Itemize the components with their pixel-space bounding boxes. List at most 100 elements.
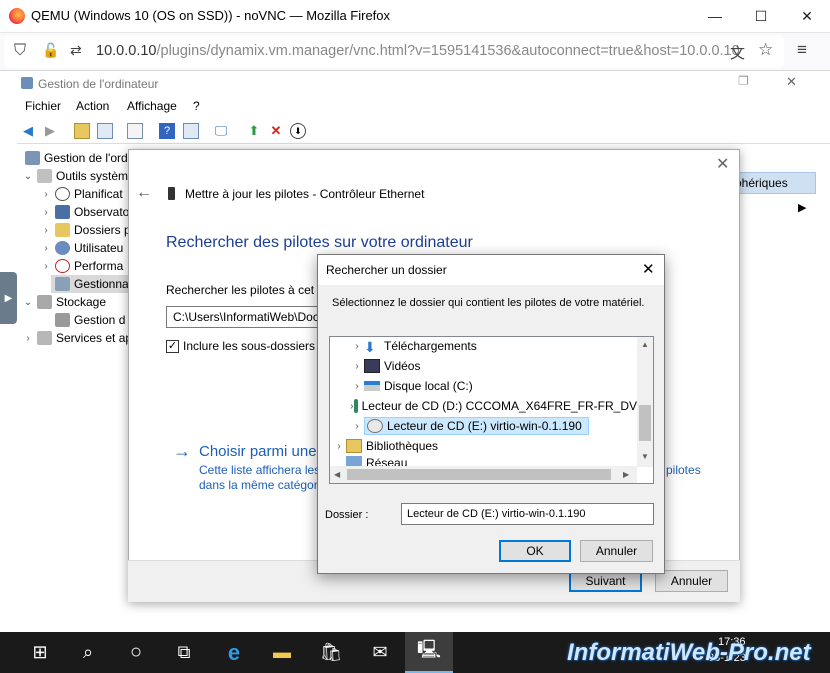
event-viewer-icon bbox=[55, 205, 70, 219]
help-icon[interactable]: ? bbox=[159, 123, 175, 139]
include-subfolders-checkbox[interactable]: ✓ bbox=[166, 340, 179, 353]
minimize-icon[interactable]: — bbox=[692, 0, 738, 32]
search-icon[interactable]: ⌕ bbox=[64, 632, 112, 673]
scroll-right-icon[interactable]: ▶ bbox=[623, 470, 629, 479]
insecure-lock-icon[interactable]: 🔓 bbox=[42, 42, 59, 59]
driver-path-input[interactable]: C:\Users\InformatiWeb\Doc bbox=[166, 306, 326, 328]
scroll-up-icon[interactable]: ▲ bbox=[641, 340, 649, 349]
tree-expand-icon[interactable]: › bbox=[350, 341, 364, 352]
file-explorer-icon[interactable]: ▬ bbox=[258, 632, 306, 673]
mmc-restore-icon[interactable]: ❐ bbox=[738, 74, 749, 88]
browse-instruction: Sélectionnez le dossier qui contient les… bbox=[332, 297, 645, 309]
tree-expand-icon[interactable]: ⌄ bbox=[23, 297, 33, 308]
vnc-control-tab[interactable]: ▶ bbox=[0, 272, 17, 324]
tree-expand-icon[interactable]: › bbox=[350, 381, 364, 392]
disable-device-icon[interactable]: ⬇ bbox=[290, 123, 306, 139]
expand-arrow-icon[interactable]: ▶ bbox=[798, 201, 806, 214]
forward-arrow-icon[interactable]: ▶ bbox=[42, 123, 58, 139]
dialog-close-icon[interactable]: ✕ bbox=[716, 154, 729, 174]
folder-item-label: Lecteur de CD (E:) virtio-win-0.1.190 bbox=[387, 419, 582, 433]
tree-expand-icon[interactable]: › bbox=[41, 189, 51, 200]
menu-help[interactable]: ? bbox=[193, 99, 200, 113]
monitor-icon[interactable]: 🖵 bbox=[213, 123, 229, 139]
task-view-icon[interactable]: ⧉ bbox=[160, 632, 208, 673]
tree-expand-icon[interactable]: › bbox=[41, 207, 51, 218]
users-icon bbox=[55, 241, 70, 255]
menu-fichier[interactable]: Fichier bbox=[25, 99, 61, 113]
selected-folder-highlight[interactable]: Lecteur de CD (E:) virtio-win-0.1.190 bbox=[364, 417, 589, 435]
menu-action[interactable]: Action bbox=[76, 99, 109, 113]
browse-cancel-button[interactable]: Annuler bbox=[580, 540, 653, 562]
folder-item-libraries[interactable]: › Bibliothèques bbox=[330, 436, 637, 456]
back-arrow-icon[interactable]: ◀ bbox=[20, 123, 36, 139]
dialog-back-icon[interactable]: ← bbox=[136, 184, 152, 202]
scroll-down-icon[interactable]: ▼ bbox=[641, 452, 649, 461]
folder-item-cd-e[interactable]: › Lecteur de CD (E:) virtio-win-0.1.190 bbox=[330, 416, 637, 436]
tree-expand-icon[interactable]: ⌄ bbox=[23, 171, 33, 182]
vscroll-thumb[interactable] bbox=[639, 405, 651, 441]
tree-item-gestionnaire[interactable]: Gestionna bbox=[51, 275, 137, 293]
url-text[interactable]: 10.0.0.10/plugins/dynamix.vm.manager/vnc… bbox=[96, 43, 740, 59]
tree-item-services[interactable]: › Services et ap bbox=[23, 329, 132, 347]
performance-icon bbox=[55, 259, 70, 273]
folder-item-disk-c[interactable]: › Disque local (C:) bbox=[330, 376, 637, 396]
properties-icon[interactable] bbox=[127, 123, 143, 139]
tree-item-planificateur[interactable]: › Planificat bbox=[41, 185, 123, 203]
tree-item-outils[interactable]: ⌄ Outils système bbox=[23, 167, 135, 185]
maximize-icon[interactable]: ☐ bbox=[738, 0, 784, 32]
tree-item-observateur[interactable]: › Observato bbox=[41, 203, 129, 221]
store-icon[interactable]: 🛍 bbox=[307, 632, 355, 673]
computer-management-taskbar-icon[interactable]: 🖳 bbox=[405, 632, 453, 673]
shared-folder-icon bbox=[55, 223, 70, 237]
arrow-right-icon[interactable]: → bbox=[173, 441, 191, 462]
action-pane-icon[interactable] bbox=[183, 123, 199, 139]
mail-icon[interactable]: ✉ bbox=[356, 632, 404, 673]
browse-close-icon[interactable]: ✕ bbox=[642, 260, 655, 278]
shield-icon[interactable]: ⛉ bbox=[14, 42, 26, 60]
include-subfolders-label[interactable]: Inclure les sous-dossiers bbox=[183, 339, 315, 353]
folder-tree-vscrollbar[interactable] bbox=[637, 337, 653, 467]
show-tree-icon[interactable] bbox=[97, 123, 113, 139]
watermark-logo: InformatiWeb-Pro.net bbox=[567, 639, 811, 666]
browse-title: Rechercher un dossier bbox=[326, 263, 447, 277]
folder-item-cd-d[interactable]: › Lecteur de CD (D:) CCCOMA_X64FRE_FR-FR_… bbox=[330, 396, 637, 416]
tree-expand-icon[interactable]: › bbox=[41, 261, 51, 272]
tree-item-gestion-disques[interactable]: Gestion d bbox=[51, 311, 125, 329]
mmc-close-icon[interactable]: ✕ bbox=[786, 74, 797, 90]
tree-expand-icon[interactable]: › bbox=[23, 333, 33, 344]
tree-item-root[interactable]: Gestion de l'ordi bbox=[21, 149, 130, 167]
tree-expand-icon[interactable]: › bbox=[350, 361, 364, 372]
uninstall-icon[interactable]: ✕ bbox=[268, 123, 284, 139]
tree-expand-icon[interactable]: › bbox=[41, 243, 51, 254]
bookmark-star-icon[interactable]: ☆ bbox=[758, 40, 773, 60]
choose-from-list-link[interactable]: Choisir parmi une bbox=[199, 443, 317, 460]
actions-pane-header[interactable]: ohériques bbox=[728, 172, 816, 194]
update-driver-icon[interactable]: ⬆ bbox=[246, 123, 262, 139]
start-windows-icon[interactable]: ⊞ bbox=[16, 632, 64, 673]
tree-item-utilisateurs[interactable]: › Utilisateu bbox=[41, 239, 123, 257]
hscroll-thumb[interactable] bbox=[347, 469, 611, 480]
folder-input[interactable]: Lecteur de CD (E:) virtio-win-0.1.190 bbox=[401, 503, 654, 525]
ok-button[interactable]: OK bbox=[499, 540, 571, 562]
tree-item-stockage[interactable]: ⌄ Stockage bbox=[23, 293, 106, 311]
edge-icon[interactable]: e bbox=[210, 632, 258, 673]
close-icon[interactable]: ✕ bbox=[784, 0, 830, 32]
tree-expand-icon[interactable]: › bbox=[350, 421, 364, 432]
scroll-left-icon[interactable]: ◀ bbox=[334, 470, 340, 479]
tree-expand-icon[interactable]: › bbox=[332, 441, 346, 452]
libraries-icon bbox=[346, 439, 362, 453]
update-cancel-button[interactable]: Annuler bbox=[655, 570, 728, 592]
translate-icon[interactable]: 文 bbox=[730, 42, 745, 63]
tree-item-dossiers[interactable]: › Dossiers p bbox=[41, 221, 131, 239]
menu-affichage[interactable]: Affichage bbox=[127, 99, 177, 113]
folder-item-downloads[interactable]: › ⬇ Téléchargements bbox=[330, 336, 637, 356]
folder-item-videos[interactable]: › Vidéos bbox=[330, 356, 637, 376]
cortana-icon[interactable]: ○ bbox=[112, 632, 160, 673]
cd-drive-icon bbox=[367, 419, 383, 433]
menu-hamburger-icon[interactable]: ≡ bbox=[797, 40, 807, 60]
videos-folder-icon bbox=[364, 359, 380, 373]
up-folder-icon[interactable] bbox=[74, 123, 90, 139]
tree-expand-icon[interactable]: › bbox=[41, 225, 51, 236]
permissions-icon[interactable]: ⇄ bbox=[70, 42, 82, 59]
tree-item-performance[interactable]: › Performa bbox=[41, 257, 123, 275]
